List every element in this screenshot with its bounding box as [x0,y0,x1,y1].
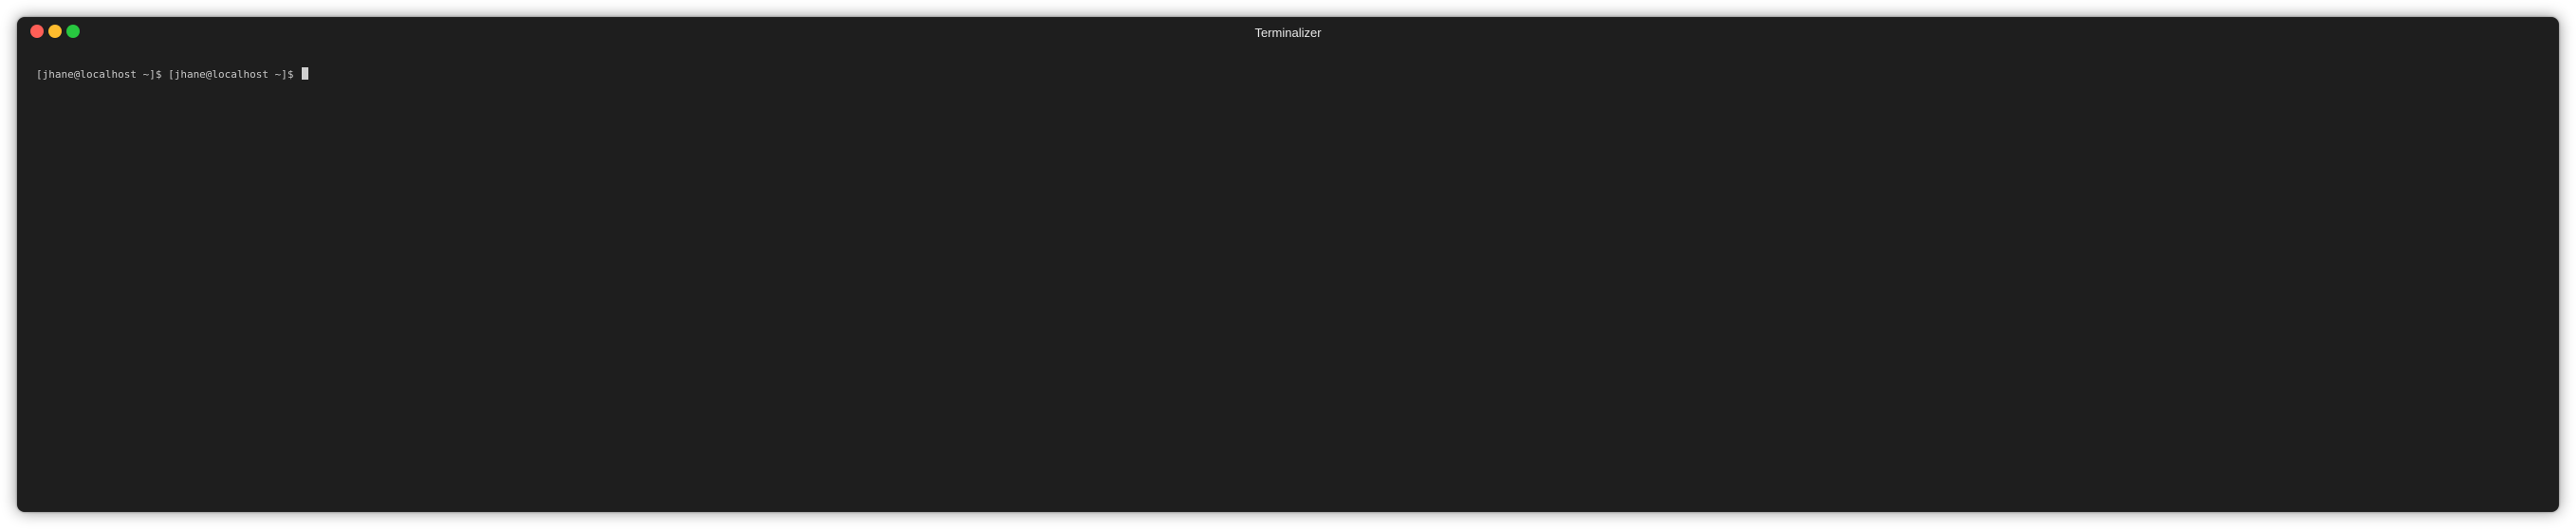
title-bar[interactable]: Terminalizer [17,17,2559,49]
window-title: Terminalizer [1254,26,1322,40]
prompt-line: [jhane@localhost ~]$ [jhane@localhost ~]… [36,68,301,81]
text-cursor [302,67,309,80]
terminal-window: Terminalizer [jhane@localhost ~]$ [jhane… [17,17,2559,512]
terminal-output[interactable]: [jhane@localhost ~]$ [jhane@localhost ~]… [36,67,2540,493]
